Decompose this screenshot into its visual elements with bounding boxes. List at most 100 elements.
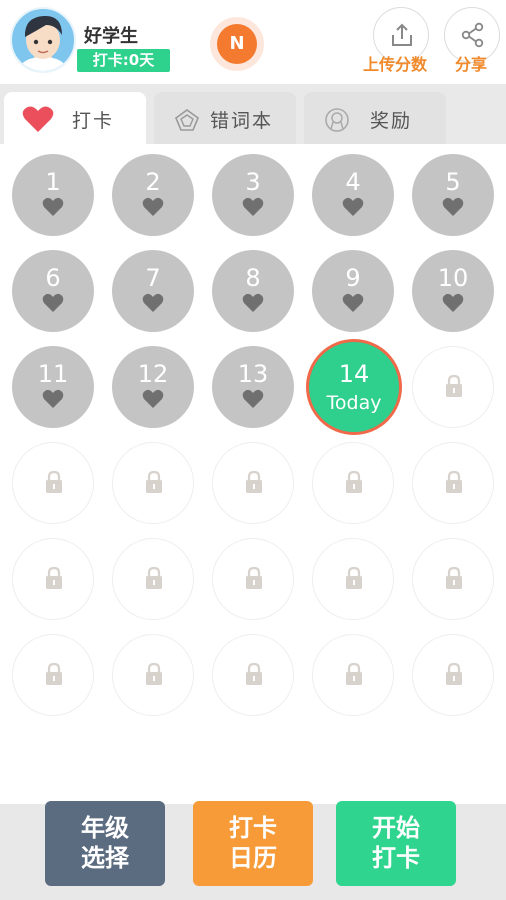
lock-icon (446, 662, 462, 685)
day-circle-locked[interactable] (212, 634, 294, 716)
heart-icon (442, 197, 464, 216)
tab-checkin-label: 打卡 (72, 110, 115, 132)
day-number: 11 (37, 360, 69, 388)
day-number: 12 (137, 360, 169, 388)
day-circle-locked[interactable] (412, 346, 494, 428)
heart-icon (22, 106, 54, 132)
day-circle[interactable]: 2 (112, 154, 194, 236)
checkin-calendar-button[interactable]: 打卡 日历 (193, 801, 313, 886)
checkin-days-badge: 打卡:0天 (77, 49, 170, 72)
share-label[interactable]: 分享 (455, 51, 487, 75)
day-number: 2 (145, 168, 161, 196)
notification-badge[interactable]: N (210, 17, 264, 71)
day-circle-locked[interactable] (212, 538, 294, 620)
heart-icon (42, 293, 64, 312)
grade-select-button[interactable]: 年级 选择 (45, 801, 165, 886)
checkin-grid: 1 2 3 4 5 6 7 8 9 10 11 12 13 14 Today (0, 144, 506, 804)
start-checkin-line2: 打卡 (372, 844, 420, 872)
day-circle[interactable]: 9 (312, 250, 394, 332)
day-number: 4 (345, 168, 361, 196)
day-circle[interactable]: 12 (112, 346, 194, 428)
upload-score-label[interactable]: 上传分数 (363, 51, 427, 75)
lock-icon (446, 470, 462, 493)
checkin-calendar-line2: 日历 (229, 844, 277, 872)
lock-icon (146, 662, 162, 685)
day-number: 8 (245, 264, 261, 292)
tab-wrong-words-label: 错词本 (210, 110, 274, 132)
day-circle[interactable]: 1 (12, 154, 94, 236)
polygon-icon (175, 109, 199, 131)
day-circle-locked[interactable] (312, 442, 394, 524)
username: 好学生 (84, 26, 138, 47)
heart-icon (242, 197, 264, 216)
heart-icon (342, 197, 364, 216)
lock-icon (346, 662, 362, 685)
day-circle-locked[interactable] (112, 442, 194, 524)
day-circle-locked[interactable] (112, 538, 194, 620)
day-circle-locked[interactable] (412, 538, 494, 620)
day-circle[interactable]: 10 (412, 250, 494, 332)
heart-icon (142, 197, 164, 216)
day-circle[interactable]: 5 (412, 154, 494, 236)
lock-icon (346, 566, 362, 589)
day-number: 3 (245, 168, 261, 196)
day-circle-locked[interactable] (312, 538, 394, 620)
heart-icon (242, 293, 264, 312)
tab-rewards-label: 奖励 (370, 110, 413, 132)
day-circle[interactable]: 11 (12, 346, 94, 428)
heart-icon (142, 389, 164, 408)
day-circle[interactable]: 7 (112, 250, 194, 332)
lock-icon (146, 566, 162, 589)
upload-icon (392, 23, 412, 46)
day-circle[interactable]: 6 (12, 250, 94, 332)
tab-checkin[interactable]: 打卡 (4, 92, 146, 144)
tab-rewards[interactable]: 奖励 (304, 92, 446, 144)
heart-icon (142, 293, 164, 312)
day-circle[interactable]: 4 (312, 154, 394, 236)
day-circle-locked[interactable] (12, 442, 94, 524)
lock-icon (446, 566, 462, 589)
day-number: 6 (45, 264, 61, 292)
day-circle[interactable]: 13 (212, 346, 294, 428)
lock-icon (246, 662, 262, 685)
day-number: 1 (45, 168, 61, 196)
lock-icon (346, 470, 362, 493)
day-circle[interactable]: 3 (212, 154, 294, 236)
today-label: Today (326, 392, 382, 414)
avatar[interactable] (10, 7, 76, 73)
day-circle-locked[interactable] (312, 634, 394, 716)
day-circle[interactable]: 8 (212, 250, 294, 332)
tab-wrong-words[interactable]: 错词本 (154, 92, 296, 144)
start-checkin-button[interactable]: 开始 打卡 (336, 801, 456, 886)
lock-icon (446, 374, 462, 397)
day-circle-today[interactable]: 14 Today (306, 339, 402, 435)
grade-select-line1: 年级 (81, 814, 129, 842)
share-icon (461, 22, 484, 48)
award-icon (325, 108, 349, 132)
day-circle-locked[interactable] (212, 442, 294, 524)
checkin-calendar-line1: 打卡 (229, 814, 277, 842)
day-number: 10 (437, 264, 469, 292)
day-circle-locked[interactable] (112, 634, 194, 716)
day-circle-locked[interactable] (12, 538, 94, 620)
lock-icon (46, 470, 62, 493)
day-number: 13 (237, 360, 269, 388)
lock-icon (246, 470, 262, 493)
day-number: 9 (345, 264, 361, 292)
day-circle-locked[interactable] (412, 634, 494, 716)
heart-icon (42, 389, 64, 408)
heart-icon (442, 293, 464, 312)
heart-icon (242, 389, 264, 408)
grade-select-line2: 选择 (81, 844, 129, 872)
lock-icon (246, 566, 262, 589)
day-number: 14 (338, 360, 370, 388)
notification-badge-letter: N (217, 24, 257, 64)
lock-icon (146, 470, 162, 493)
day-number: 7 (145, 264, 161, 292)
heart-icon (42, 197, 64, 216)
lock-icon (46, 566, 62, 589)
day-circle-locked[interactable] (412, 442, 494, 524)
day-circle-locked[interactable] (12, 634, 94, 716)
start-checkin-line1: 开始 (372, 814, 420, 842)
day-number: 5 (445, 168, 461, 196)
